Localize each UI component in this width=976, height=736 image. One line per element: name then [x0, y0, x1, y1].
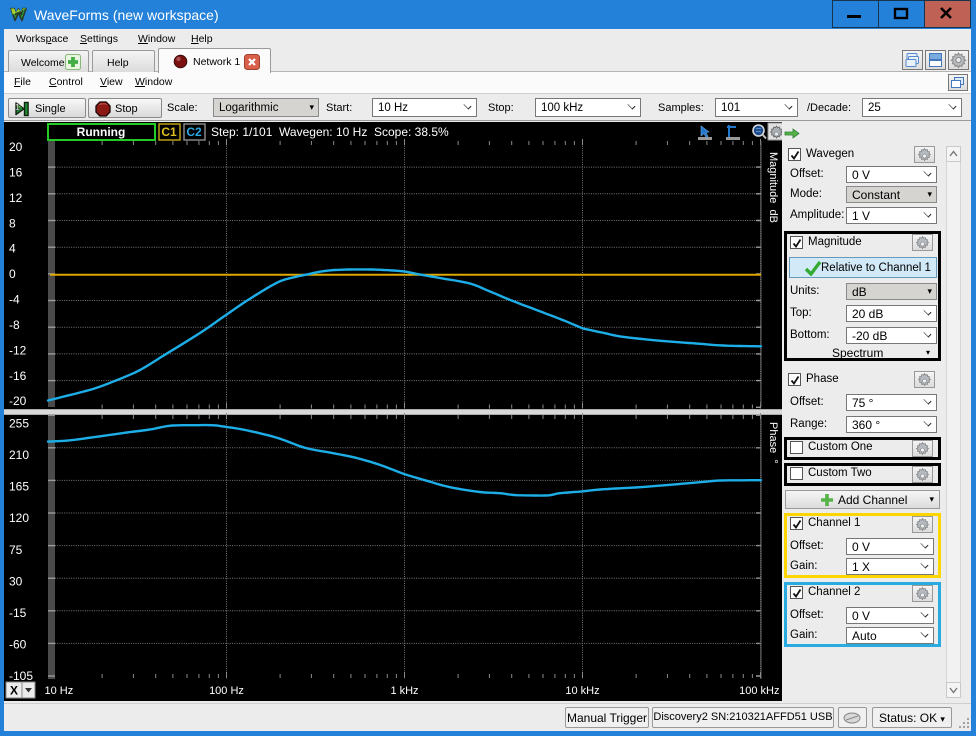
svg-text:-20: -20 — [9, 394, 27, 408]
svg-text:210: 210 — [9, 448, 29, 462]
svg-text:-12: -12 — [9, 343, 27, 357]
svg-text:120: 120 — [9, 511, 29, 525]
svg-text:-105: -105 — [9, 669, 33, 683]
svg-text:100 kHz: 100 kHz — [739, 685, 779, 697]
svg-text:4: 4 — [9, 242, 16, 256]
svg-text:0: 0 — [9, 267, 16, 281]
svg-text:Step: 1/101 Wavegen: 10 Hz S: Step: 1/101 Wavegen: 10 Hz Scope: 38.5% — [211, 125, 449, 139]
svg-text:165: 165 — [9, 480, 29, 494]
svg-text:30: 30 — [9, 574, 23, 588]
svg-text:-60: -60 — [9, 638, 27, 652]
svg-text:-4: -4 — [9, 293, 20, 307]
svg-text:-8: -8 — [9, 318, 20, 332]
svg-text:10 Hz: 10 Hz — [45, 685, 74, 697]
svg-text:C2: C2 — [186, 125, 202, 139]
svg-text:10 kHz: 10 kHz — [565, 685, 599, 697]
svg-text:-16: -16 — [9, 369, 27, 383]
svg-text:75: 75 — [9, 543, 23, 557]
svg-text:20: 20 — [9, 140, 23, 154]
svg-text:1: 1 — [15, 102, 20, 112]
svg-text:C1: C1 — [161, 125, 177, 139]
svg-text:16: 16 — [9, 166, 23, 180]
svg-text:1 kHz: 1 kHz — [390, 685, 418, 697]
svg-text:12: 12 — [9, 191, 23, 205]
svg-text:X: X — [10, 684, 18, 698]
svg-text:Magnitude dB: Magnitude dB — [767, 152, 779, 223]
svg-text:Phase °: Phase ° — [767, 422, 779, 464]
svg-text:Running: Running — [77, 125, 126, 139]
svg-text:-15: -15 — [9, 606, 27, 620]
svg-text:8: 8 — [9, 216, 16, 230]
svg-text:100 Hz: 100 Hz — [209, 685, 244, 697]
svg-text:255: 255 — [9, 417, 29, 431]
